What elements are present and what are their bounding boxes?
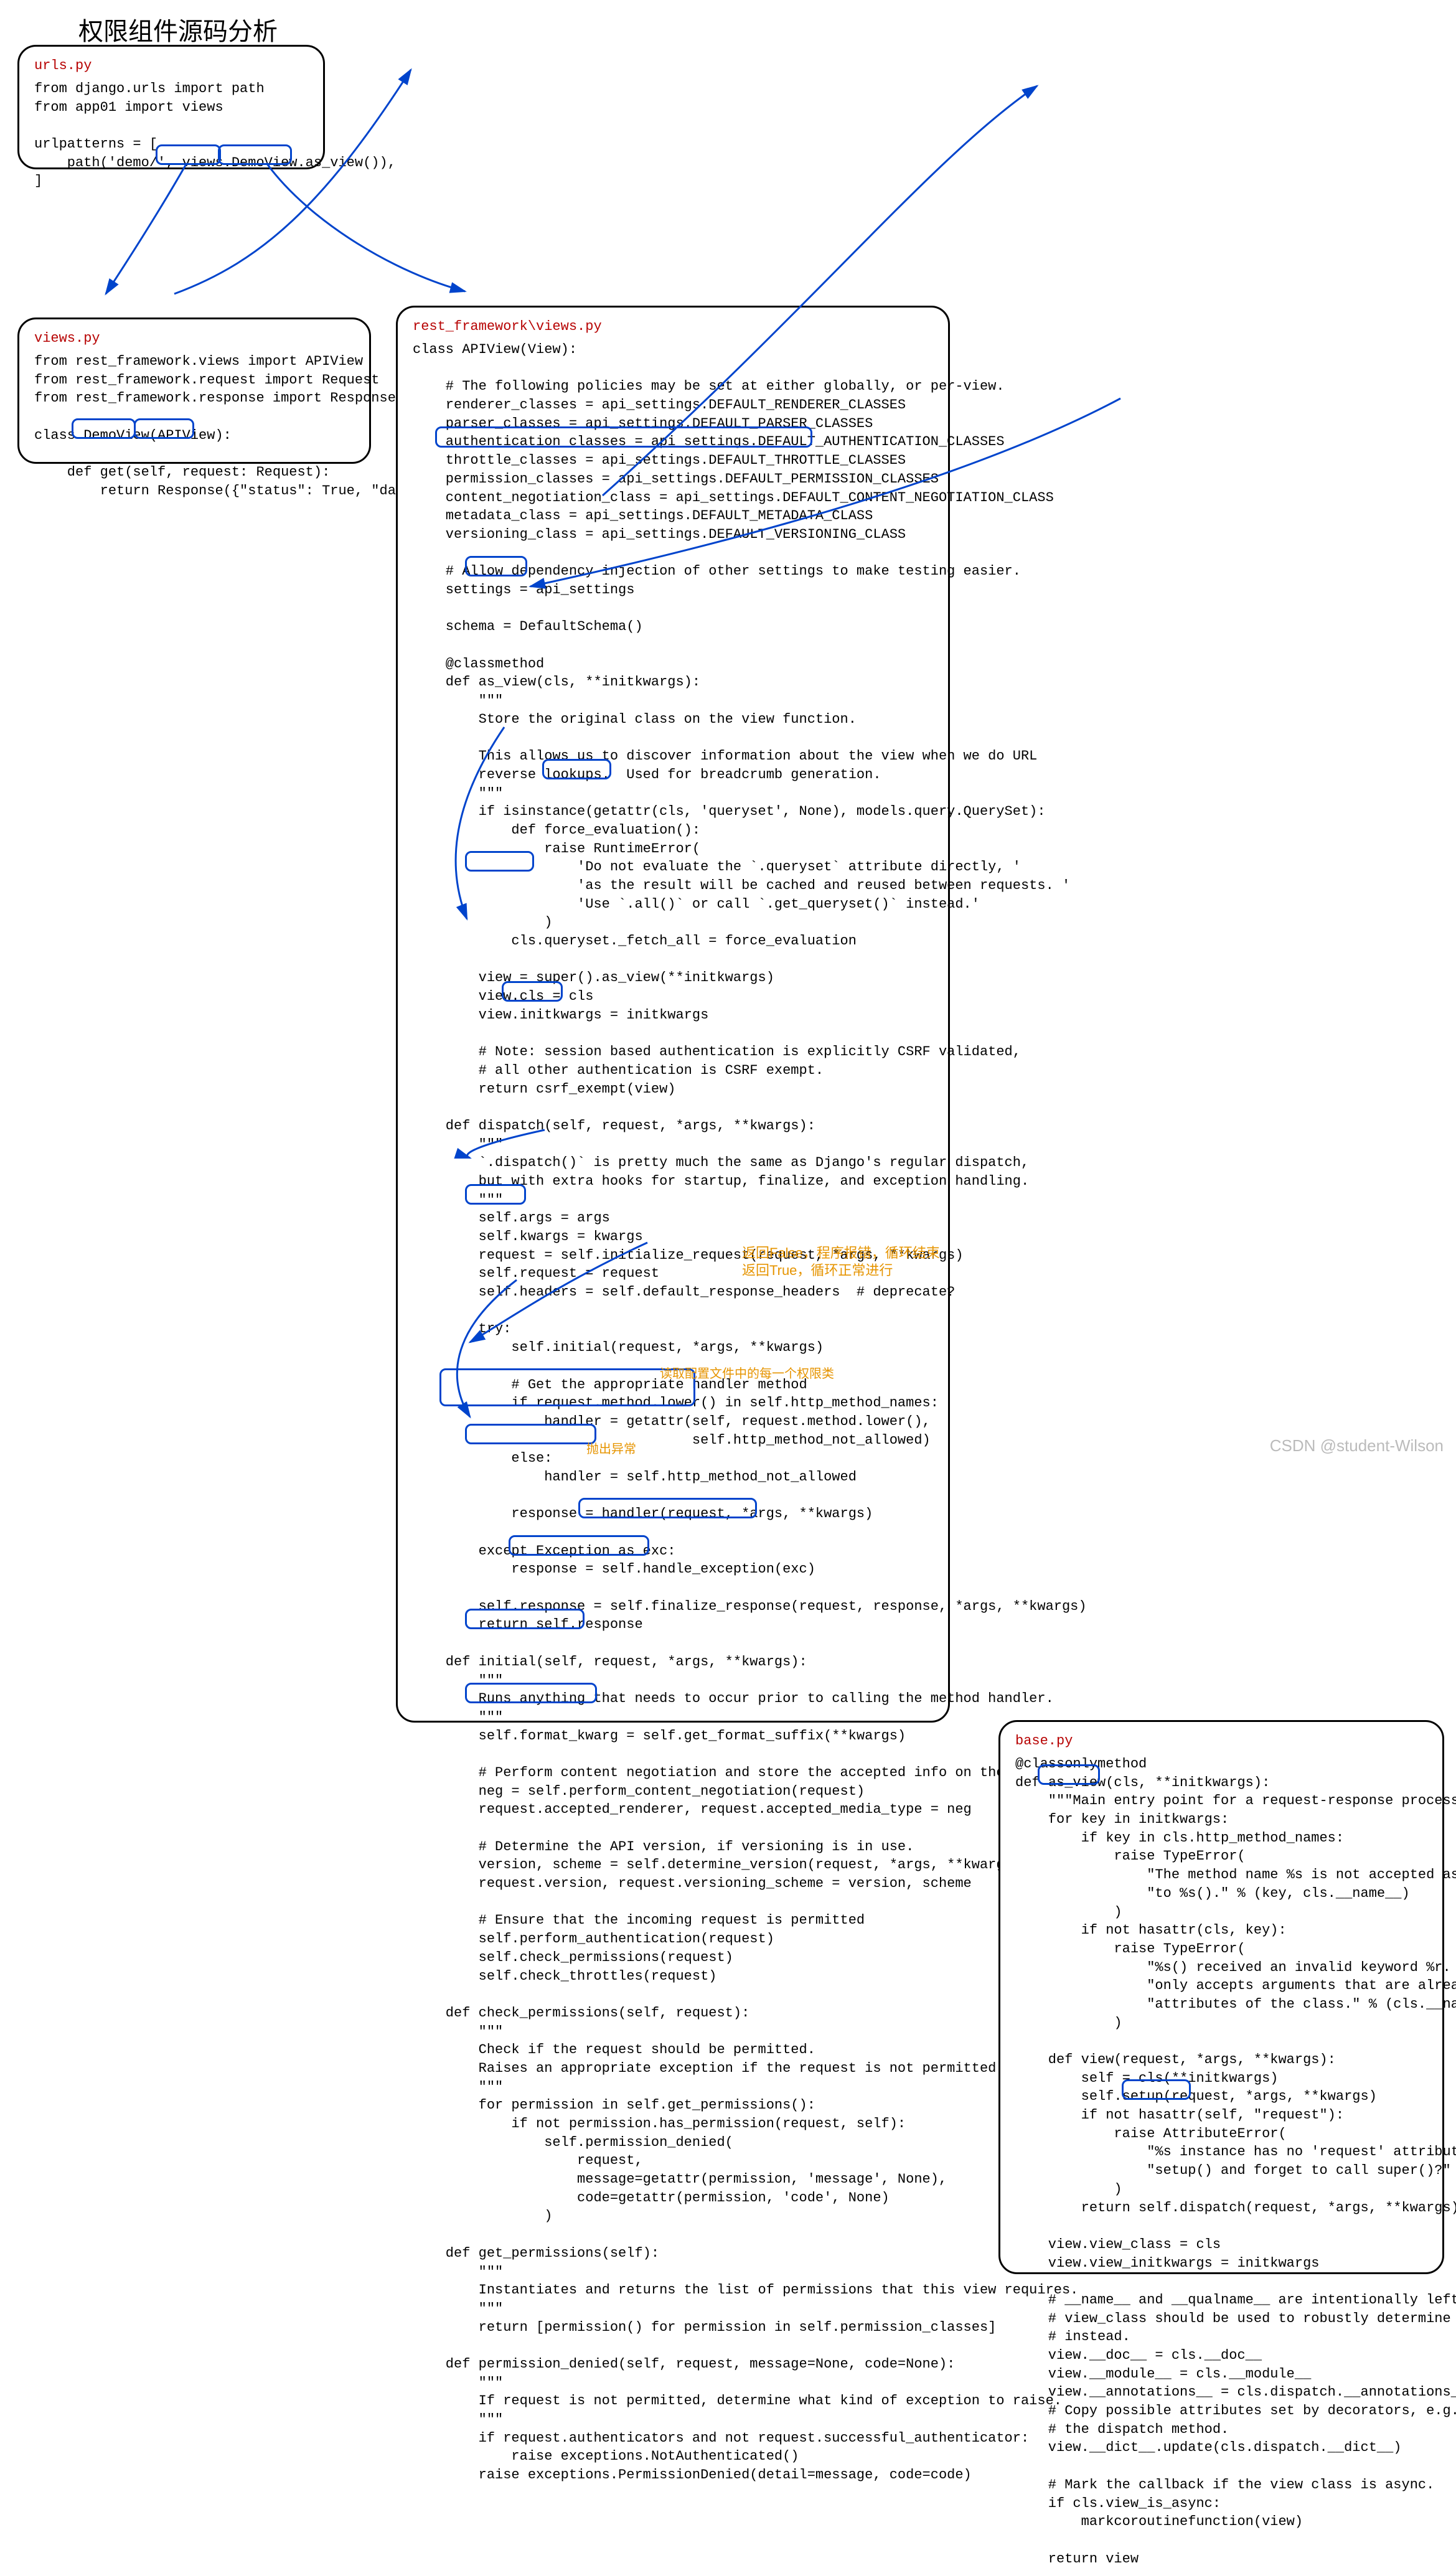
watermark: CSDN @student-Wilson xyxy=(1270,1436,1444,1456)
hl-self-initial xyxy=(502,981,563,1002)
hl-base-as_view xyxy=(1038,1764,1100,1785)
hl-as_view-call xyxy=(218,144,292,165)
pane-base: base.py @classonlymethod def as_view(cls… xyxy=(998,1720,1444,2274)
hl-permission_classes-setting xyxy=(435,426,812,448)
file-label-urls: urls.py xyxy=(34,58,308,73)
pane-rf-views: rest_framework\views.py class APIView(Vi… xyxy=(396,306,950,1723)
note-read-config: 读取配置文件中的每一个权限类 xyxy=(660,1363,834,1381)
hl-demoview-def xyxy=(72,418,136,439)
hl-get_permissions-def xyxy=(465,1609,585,1629)
hl-perm-block xyxy=(439,1368,695,1406)
pane-views: views.py from rest_framework.views impor… xyxy=(17,317,371,464)
hl-initial-def xyxy=(465,1184,526,1205)
pane-urls: urls.py from django.urls import path fro… xyxy=(17,45,325,169)
code-rf-views: class APIView(View): # The following pol… xyxy=(413,341,933,2485)
hl-permission_denied-call xyxy=(509,1535,649,1556)
code-urls: from django.urls import path from app01 … xyxy=(34,80,308,190)
hl-base-dispatch xyxy=(1122,2079,1191,2100)
diagram-title: 权限组件源码分析 xyxy=(78,11,278,47)
hl-demoview-ref xyxy=(156,144,221,165)
note-return-true: 返回True，循环正常进行 xyxy=(742,1259,893,1279)
file-label-base: base.py xyxy=(1015,1733,1427,1749)
code-base: @classonlymethod def as_view(cls, **init… xyxy=(1015,1755,1427,2568)
note-throw: 抛出异常 xyxy=(586,1439,636,1457)
hl-get_permissions-call xyxy=(578,1498,757,1518)
hl-check_permissions-def xyxy=(465,1424,596,1444)
hl-permission_denied-def xyxy=(465,1683,597,1703)
hl-super-as_view xyxy=(542,759,611,779)
hl-dispatch-def xyxy=(465,851,534,872)
hl-as_view-def xyxy=(465,556,527,576)
file-label-rf-views: rest_framework\views.py xyxy=(413,319,933,334)
hl-apiview-def xyxy=(134,418,194,439)
file-label-views: views.py xyxy=(34,331,354,346)
